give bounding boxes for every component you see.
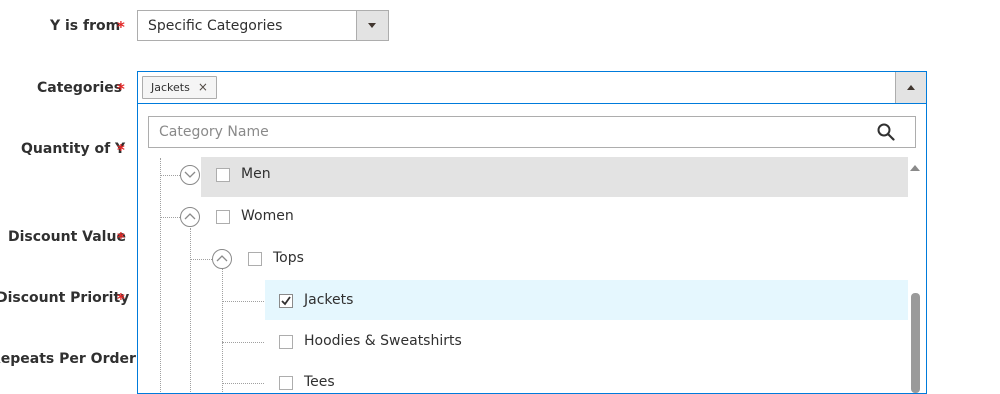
chip-label: Jackets <box>151 81 190 94</box>
checkbox[interactable] <box>279 335 293 349</box>
scrollbar-thumb[interactable] <box>911 293 920 393</box>
tree-label-hoodies: Hoodies & Sweatshirts <box>304 333 462 349</box>
category-search <box>148 116 916 148</box>
categories-label: Categories <box>37 80 123 96</box>
search-icon[interactable] <box>877 123 895 141</box>
chevron-up-icon <box>907 85 915 90</box>
tree-label-women: Women <box>241 208 294 224</box>
dropdown-scrollbar[interactable] <box>907 158 921 393</box>
checkbox[interactable] <box>216 210 230 224</box>
tree-label-jackets: Jackets <box>304 292 354 308</box>
tree-row-jackets[interactable] <box>265 280 908 320</box>
tree-label-men: Men <box>241 166 271 182</box>
discount-priority-label: Discount Priority <box>0 290 130 306</box>
tree-line <box>222 301 264 302</box>
collapse-toggle[interactable] <box>180 207 200 227</box>
selected-category-chip: Jackets × <box>142 76 217 99</box>
categories-dropdown: Men Women Tops Jackets Hoodies & Sweatsh… <box>137 104 927 394</box>
checkbox[interactable] <box>279 376 293 390</box>
tree-line <box>160 175 180 176</box>
tree-label-tops: Tops <box>273 250 304 266</box>
checkmark-icon <box>281 296 291 306</box>
required-mark: * <box>117 141 125 159</box>
tree-line <box>190 228 191 393</box>
tree-line <box>160 158 161 393</box>
chevron-up-icon <box>216 255 228 262</box>
chevron-up-icon <box>184 213 196 220</box>
required-mark: * <box>117 18 125 36</box>
checkbox-checked[interactable] <box>279 294 293 308</box>
collapse-toggle[interactable] <box>212 249 232 269</box>
category-search-input[interactable] <box>149 117 889 147</box>
expand-toggle[interactable] <box>180 165 200 185</box>
tree-label-tees: Tees <box>304 374 335 390</box>
required-mark: * <box>117 229 125 247</box>
tree-line <box>190 259 212 260</box>
scroll-up-arrow[interactable] <box>910 165 920 171</box>
required-mark: * <box>117 80 125 98</box>
select-arrow-button[interactable] <box>356 11 388 40</box>
quantity-of-y-label: Quantity of Y <box>21 141 126 157</box>
required-mark: * <box>117 290 125 308</box>
multiselect-toggle-button[interactable] <box>895 72 926 103</box>
y-is-from-select[interactable]: Specific Categories <box>137 10 389 41</box>
chevron-down-icon <box>368 23 376 28</box>
checkbox[interactable] <box>216 168 230 182</box>
checkbox[interactable] <box>248 252 262 266</box>
repeats-per-order-label: Repeats Per Order <box>0 351 136 367</box>
y-is-from-label: Y is from <box>50 18 121 34</box>
tree-line <box>222 269 223 393</box>
discount-value-label: Discount Value <box>8 229 126 245</box>
y-is-from-value: Specific Categories <box>148 18 283 34</box>
categories-multiselect[interactable]: Jackets × <box>137 71 927 104</box>
chevron-down-icon <box>184 171 196 178</box>
tree-line <box>222 342 264 343</box>
close-icon[interactable]: × <box>198 80 208 94</box>
tree-row-men[interactable] <box>201 157 908 197</box>
tree-line <box>160 217 180 218</box>
